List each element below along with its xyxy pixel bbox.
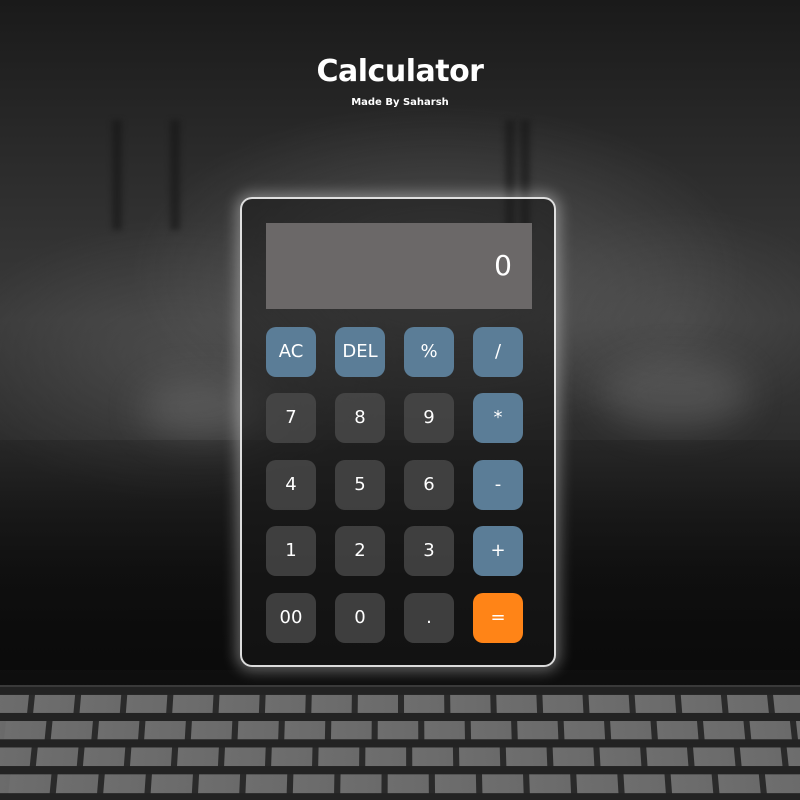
digit-1-button[interactable]: 1 (266, 526, 316, 576)
digit-0-button[interactable]: 0 (335, 593, 385, 643)
background-shape (112, 120, 122, 230)
subtract-button[interactable]: - (473, 460, 523, 510)
digit-3-button[interactable]: 3 (404, 526, 454, 576)
decimal-button[interactable]: . (404, 593, 454, 643)
ac-button[interactable]: AC (266, 327, 316, 377)
digit-5-button[interactable]: 5 (335, 460, 385, 510)
digit-4-button[interactable]: 4 (266, 460, 316, 510)
digit-8-button[interactable]: 8 (335, 393, 385, 443)
calculator-display: 0 (266, 223, 532, 309)
digit-2-button[interactable]: 2 (335, 526, 385, 576)
double-zero-button[interactable]: 00 (266, 593, 316, 643)
background-shape (600, 360, 750, 430)
delete-button[interactable]: DEL (335, 327, 385, 377)
divide-button[interactable]: / (473, 327, 523, 377)
background-keyboard (0, 685, 800, 800)
equals-button[interactable]: = (473, 593, 523, 643)
multiply-button[interactable]: * (473, 393, 523, 443)
percent-button[interactable]: % (404, 327, 454, 377)
digit-6-button[interactable]: 6 (404, 460, 454, 510)
add-button[interactable]: + (473, 526, 523, 576)
page-subtitle: Made By Saharsh (351, 97, 449, 108)
background-shape (170, 120, 180, 230)
calculator-panel: 0 AC DEL % / 7 8 9 * 4 5 6 - 1 2 3 + 00 … (240, 197, 556, 667)
page-title: Calculator (316, 54, 484, 89)
digit-9-button[interactable]: 9 (404, 393, 454, 443)
digit-7-button[interactable]: 7 (266, 393, 316, 443)
